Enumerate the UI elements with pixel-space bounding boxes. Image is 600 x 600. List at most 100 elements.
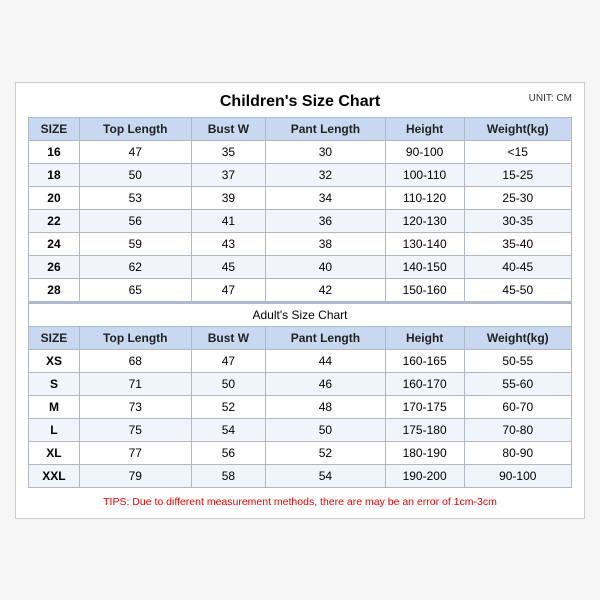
table-row: M735248170-17560-70	[29, 395, 572, 418]
adult-col-pant: Pant Length	[266, 326, 386, 349]
table-cell: XXL	[29, 464, 80, 487]
table-cell: 46	[266, 372, 386, 395]
adult-col-bust: Bust W	[191, 326, 266, 349]
table-row: 20533934110-12025-30	[29, 186, 572, 209]
table-cell: 16	[29, 140, 80, 163]
table-cell: 40	[266, 255, 386, 278]
main-title: Children's Size Chart	[220, 93, 380, 111]
table-cell: M	[29, 395, 80, 418]
table-cell: 75	[79, 418, 191, 441]
table-cell: 71	[79, 372, 191, 395]
table-cell: 36	[266, 209, 386, 232]
adult-col-top-length: Top Length	[79, 326, 191, 349]
table-cell: 90-100	[385, 140, 464, 163]
table-row: 28654742150-16045-50	[29, 278, 572, 301]
table-row: 26624540140-15040-45	[29, 255, 572, 278]
table-cell: 73	[79, 395, 191, 418]
children-col-bust: Bust W	[191, 117, 266, 140]
table-cell: 70-80	[464, 418, 571, 441]
unit-label: UNIT: CM	[529, 93, 572, 104]
table-cell: 50-55	[464, 349, 571, 372]
table-cell: 35-40	[464, 232, 571, 255]
adults-header-row: SIZE Top Length Bust W Pant Length Heigh…	[29, 326, 572, 349]
children-header-row: SIZE Top Length Bust W Pant Length Heigh…	[29, 117, 572, 140]
title-row: Children's Size Chart UNIT: CM	[28, 93, 572, 111]
table-cell: 62	[79, 255, 191, 278]
table-cell: 35	[191, 140, 266, 163]
table-cell: 45-50	[464, 278, 571, 301]
table-cell: 24	[29, 232, 80, 255]
table-cell: 28	[29, 278, 80, 301]
adult-col-size: SIZE	[29, 326, 80, 349]
table-cell: 160-165	[385, 349, 464, 372]
table-cell: 50	[266, 418, 386, 441]
table-cell: 120-130	[385, 209, 464, 232]
table-cell: 42	[266, 278, 386, 301]
table-row: 18503732100-11015-25	[29, 163, 572, 186]
table-cell: 20	[29, 186, 80, 209]
table-cell: 160-170	[385, 372, 464, 395]
table-cell: 44	[266, 349, 386, 372]
table-cell: 32	[266, 163, 386, 186]
table-cell: 56	[79, 209, 191, 232]
table-row: S715046160-17055-60	[29, 372, 572, 395]
table-cell: 68	[79, 349, 191, 372]
table-cell: 37	[191, 163, 266, 186]
table-cell: 30	[266, 140, 386, 163]
table-row: XL775652180-19080-90	[29, 441, 572, 464]
table-row: L755450175-18070-80	[29, 418, 572, 441]
table-cell: 54	[191, 418, 266, 441]
table-cell: S	[29, 372, 80, 395]
table-cell: 43	[191, 232, 266, 255]
table-cell: 140-150	[385, 255, 464, 278]
table-cell: 26	[29, 255, 80, 278]
table-cell: 130-140	[385, 232, 464, 255]
children-col-weight: Weight(kg)	[464, 117, 571, 140]
adults-section-title-row: Adult's Size Chart	[29, 303, 572, 327]
table-cell: 39	[191, 186, 266, 209]
table-cell: 58	[191, 464, 266, 487]
table-cell: XS	[29, 349, 80, 372]
table-cell: 59	[79, 232, 191, 255]
children-col-top-length: Top Length	[79, 117, 191, 140]
table-row: XXL795854190-20090-100	[29, 464, 572, 487]
table-cell: 25-30	[464, 186, 571, 209]
table-cell: L	[29, 418, 80, 441]
table-cell: 50	[191, 372, 266, 395]
table-cell: 65	[79, 278, 191, 301]
table-cell: 47	[79, 140, 191, 163]
table-cell: 38	[266, 232, 386, 255]
adult-col-height: Height	[385, 326, 464, 349]
table-cell: 55-60	[464, 372, 571, 395]
children-table: SIZE Top Length Bust W Pant Length Heigh…	[28, 117, 572, 302]
table-cell: 60-70	[464, 395, 571, 418]
table-cell: 190-200	[385, 464, 464, 487]
table-cell: 34	[266, 186, 386, 209]
table-row: 1647353090-100<15	[29, 140, 572, 163]
table-cell: 48	[266, 395, 386, 418]
children-col-pant: Pant Length	[266, 117, 386, 140]
table-cell: 150-160	[385, 278, 464, 301]
tips-row: TIPS: Due to different measurement metho…	[28, 496, 572, 508]
table-cell: 45	[191, 255, 266, 278]
chart-container: Children's Size Chart UNIT: CM SIZE Top …	[15, 82, 585, 519]
table-cell: 30-35	[464, 209, 571, 232]
table-row: 24594338130-14035-40	[29, 232, 572, 255]
table-cell: <15	[464, 140, 571, 163]
table-cell: 47	[191, 278, 266, 301]
adults-table: Adult's Size Chart SIZE Top Length Bust …	[28, 302, 572, 488]
children-col-size: SIZE	[29, 117, 80, 140]
table-row: 22564136120-13030-35	[29, 209, 572, 232]
adults-section-title: Adult's Size Chart	[29, 303, 572, 327]
table-cell: 110-120	[385, 186, 464, 209]
table-row: XS684744160-16550-55	[29, 349, 572, 372]
table-cell: 80-90	[464, 441, 571, 464]
children-col-height: Height	[385, 117, 464, 140]
table-cell: 77	[79, 441, 191, 464]
table-cell: 50	[79, 163, 191, 186]
table-cell: 56	[191, 441, 266, 464]
table-cell: 15-25	[464, 163, 571, 186]
table-cell: 47	[191, 349, 266, 372]
children-body: 1647353090-100<1518503732100-11015-25205…	[29, 140, 572, 301]
table-cell: 79	[79, 464, 191, 487]
